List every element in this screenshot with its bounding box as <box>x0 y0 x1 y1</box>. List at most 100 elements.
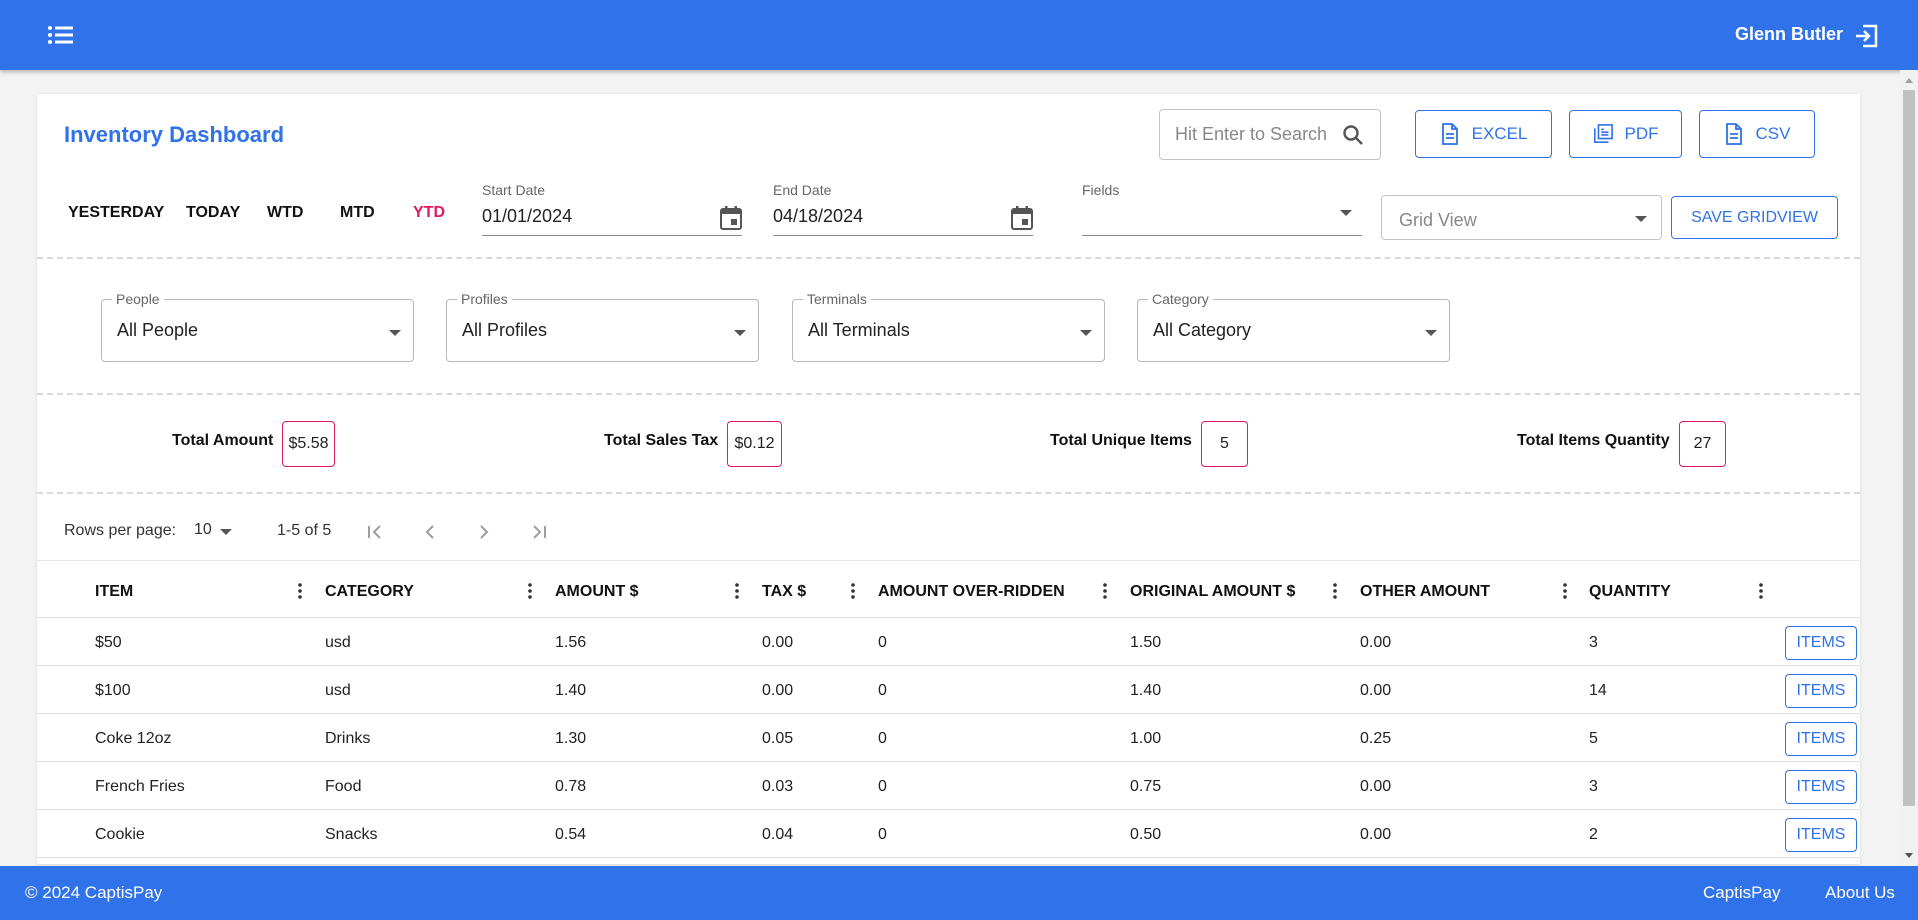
total-unique-items-label: Total Unique Items <box>1050 432 1192 449</box>
top-app-bar: Glenn Butler <box>0 0 1918 70</box>
cell-quantity: 3 <box>1589 634 1598 651</box>
people-filter[interactable]: People All People <box>101 291 414 362</box>
column-menu-icon[interactable] <box>1757 581 1765 601</box>
scroll-up-arrow-icon[interactable] <box>1905 78 1913 83</box>
range-ytd[interactable]: YTD <box>413 204 445 222</box>
table-row[interactable]: Coke 12oz Drinks 1.30 0.05 0 1.00 0.25 5… <box>37 714 1860 762</box>
divider <box>37 492 1860 494</box>
items-button[interactable]: ITEMS <box>1785 674 1857 708</box>
page-range: 1-5 of 5 <box>277 522 332 539</box>
cell-amount: 1.30 <box>555 730 587 747</box>
range-wtd[interactable]: WTD <box>267 204 303 222</box>
search-icon[interactable] <box>1342 124 1364 146</box>
cell-category: usd <box>325 682 351 699</box>
grid-view-value: Grid View <box>1399 210 1477 230</box>
cell-amount-overridden: 0 <box>878 634 887 651</box>
cell-amount-overridden: 0 <box>878 730 887 747</box>
column-header-tax[interactable]: TAX $ <box>762 583 806 601</box>
cell-other-amount: 0.00 <box>1360 826 1392 843</box>
cell-tax: 0.00 <box>762 634 794 651</box>
scroll-down-arrow-icon[interactable] <box>1905 853 1913 858</box>
column-header-category[interactable]: CATEGORY <box>325 583 414 601</box>
cell-item: French Fries <box>95 778 185 795</box>
terminals-filter[interactable]: Terminals All Terminals <box>792 291 1105 362</box>
fields-select[interactable]: Fields <box>1082 182 1362 236</box>
page-scrollbar[interactable] <box>1900 70 1918 866</box>
column-header-amount-overridden[interactable]: AMOUNT OVER-RIDDEN <box>878 583 1065 601</box>
cell-amount-overridden: 0 <box>878 826 887 843</box>
csv-export-button[interactable]: CSV <box>1699 110 1815 158</box>
column-menu-icon[interactable] <box>1101 581 1109 601</box>
pdf-label: PDF <box>1624 124 1659 143</box>
footer-link-about-us[interactable]: About Us <box>1825 883 1895 903</box>
end-date-value[interactable]: 04/18/2024 <box>773 206 863 227</box>
scroll-thumb[interactable] <box>1903 90 1915 806</box>
column-header-item[interactable]: ITEM <box>95 583 133 601</box>
last-page-icon[interactable] <box>525 518 553 546</box>
next-page-icon[interactable] <box>470 518 498 546</box>
column-header-other-amount[interactable]: OTHER AMOUNT <box>1360 583 1490 601</box>
chevron-down-icon <box>389 330 401 336</box>
start-date-value[interactable]: 01/01/2024 <box>482 206 572 227</box>
copyright: © 2024 CaptisPay <box>25 883 163 902</box>
cell-original-amount: 1.50 <box>1130 634 1162 651</box>
range-today[interactable]: TODAY <box>186 204 240 222</box>
rows-per-page-label: Rows per page: <box>64 522 177 539</box>
excel-export-button[interactable]: EXCEL <box>1415 110 1552 158</box>
cell-item: Cookie <box>95 826 145 843</box>
table-row[interactable]: $100 usd 1.40 0.00 0 1.40 0.00 14 ITEMS <box>37 666 1860 714</box>
total-amount-value: $5.58 <box>282 421 335 467</box>
grid-view-select[interactable]: Grid View <box>1381 195 1662 240</box>
column-header-quantity[interactable]: QUANTITY <box>1589 583 1671 601</box>
rows-per-page-select[interactable]: 10 <box>194 521 238 543</box>
chevron-down-icon <box>1080 330 1092 336</box>
cell-quantity: 3 <box>1589 778 1598 795</box>
cell-amount: 0.54 <box>555 826 587 843</box>
table-row[interactable]: Cookie Snacks 0.54 0.04 0 0.50 0.00 2 IT… <box>37 810 1860 858</box>
range-mtd[interactable]: MTD <box>340 204 375 222</box>
dashboard-card: Inventory Dashboard EXCEL PDF CSV YESTER… <box>37 94 1860 864</box>
range-yesterday[interactable]: YESTERDAY <box>68 204 164 222</box>
column-header-amount[interactable]: AMOUNT $ <box>555 583 639 601</box>
items-button[interactable]: ITEMS <box>1785 626 1857 660</box>
cell-quantity: 14 <box>1589 682 1607 699</box>
chevron-down-icon <box>1635 216 1647 222</box>
menu-list-icon[interactable] <box>42 20 80 50</box>
first-page-icon[interactable] <box>361 518 389 546</box>
cell-original-amount: 1.00 <box>1130 730 1162 747</box>
divider <box>37 393 1860 395</box>
table-row[interactable]: $50 usd 1.56 0.00 0 1.50 0.00 3 ITEMS <box>37 618 1860 666</box>
items-button[interactable]: ITEMS <box>1785 722 1857 756</box>
items-button[interactable]: ITEMS <box>1785 770 1857 804</box>
column-menu-icon[interactable] <box>526 581 534 601</box>
column-menu-icon[interactable] <box>733 581 741 601</box>
fields-label: Fields <box>1082 182 1120 198</box>
column-header-original-amount[interactable]: ORIGINAL AMOUNT $ <box>1130 583 1295 601</box>
column-menu-icon[interactable] <box>296 581 304 601</box>
items-button[interactable]: ITEMS <box>1785 818 1857 852</box>
calendar-icon[interactable] <box>720 206 742 230</box>
cell-other-amount: 0.25 <box>1360 730 1392 747</box>
pdf-export-button[interactable]: PDF <box>1569 110 1682 158</box>
footer-link-captispay[interactable]: CaptisPay <box>1703 883 1780 903</box>
end-date-field[interactable]: End Date 04/18/2024 <box>773 182 1033 236</box>
cell-tax: 0.00 <box>762 682 794 699</box>
column-menu-icon[interactable] <box>1561 581 1569 601</box>
previous-page-icon[interactable] <box>416 518 444 546</box>
start-date-field[interactable]: Start Date 01/01/2024 <box>482 182 742 236</box>
total-items-quantity-value: 27 <box>1679 421 1726 467</box>
table-row[interactable]: French Fries Food 0.78 0.03 0 0.75 0.00 … <box>37 762 1860 810</box>
cell-category: Drinks <box>325 730 371 747</box>
save-gridview-button[interactable]: SAVE GRIDVIEW <box>1671 196 1838 239</box>
cell-original-amount: 0.50 <box>1130 826 1162 843</box>
column-menu-icon[interactable] <box>1331 581 1339 601</box>
column-menu-icon[interactable] <box>849 581 857 601</box>
cell-tax: 0.04 <box>762 826 794 843</box>
search-input[interactable] <box>1160 110 1340 159</box>
chevron-down-icon <box>1425 330 1437 336</box>
logout-icon[interactable] <box>1852 22 1880 50</box>
people-filter-label: People <box>112 291 164 307</box>
category-filter[interactable]: Category All Category <box>1137 291 1450 362</box>
calendar-icon[interactable] <box>1011 206 1033 230</box>
profiles-filter[interactable]: Profiles All Profiles <box>446 291 759 362</box>
